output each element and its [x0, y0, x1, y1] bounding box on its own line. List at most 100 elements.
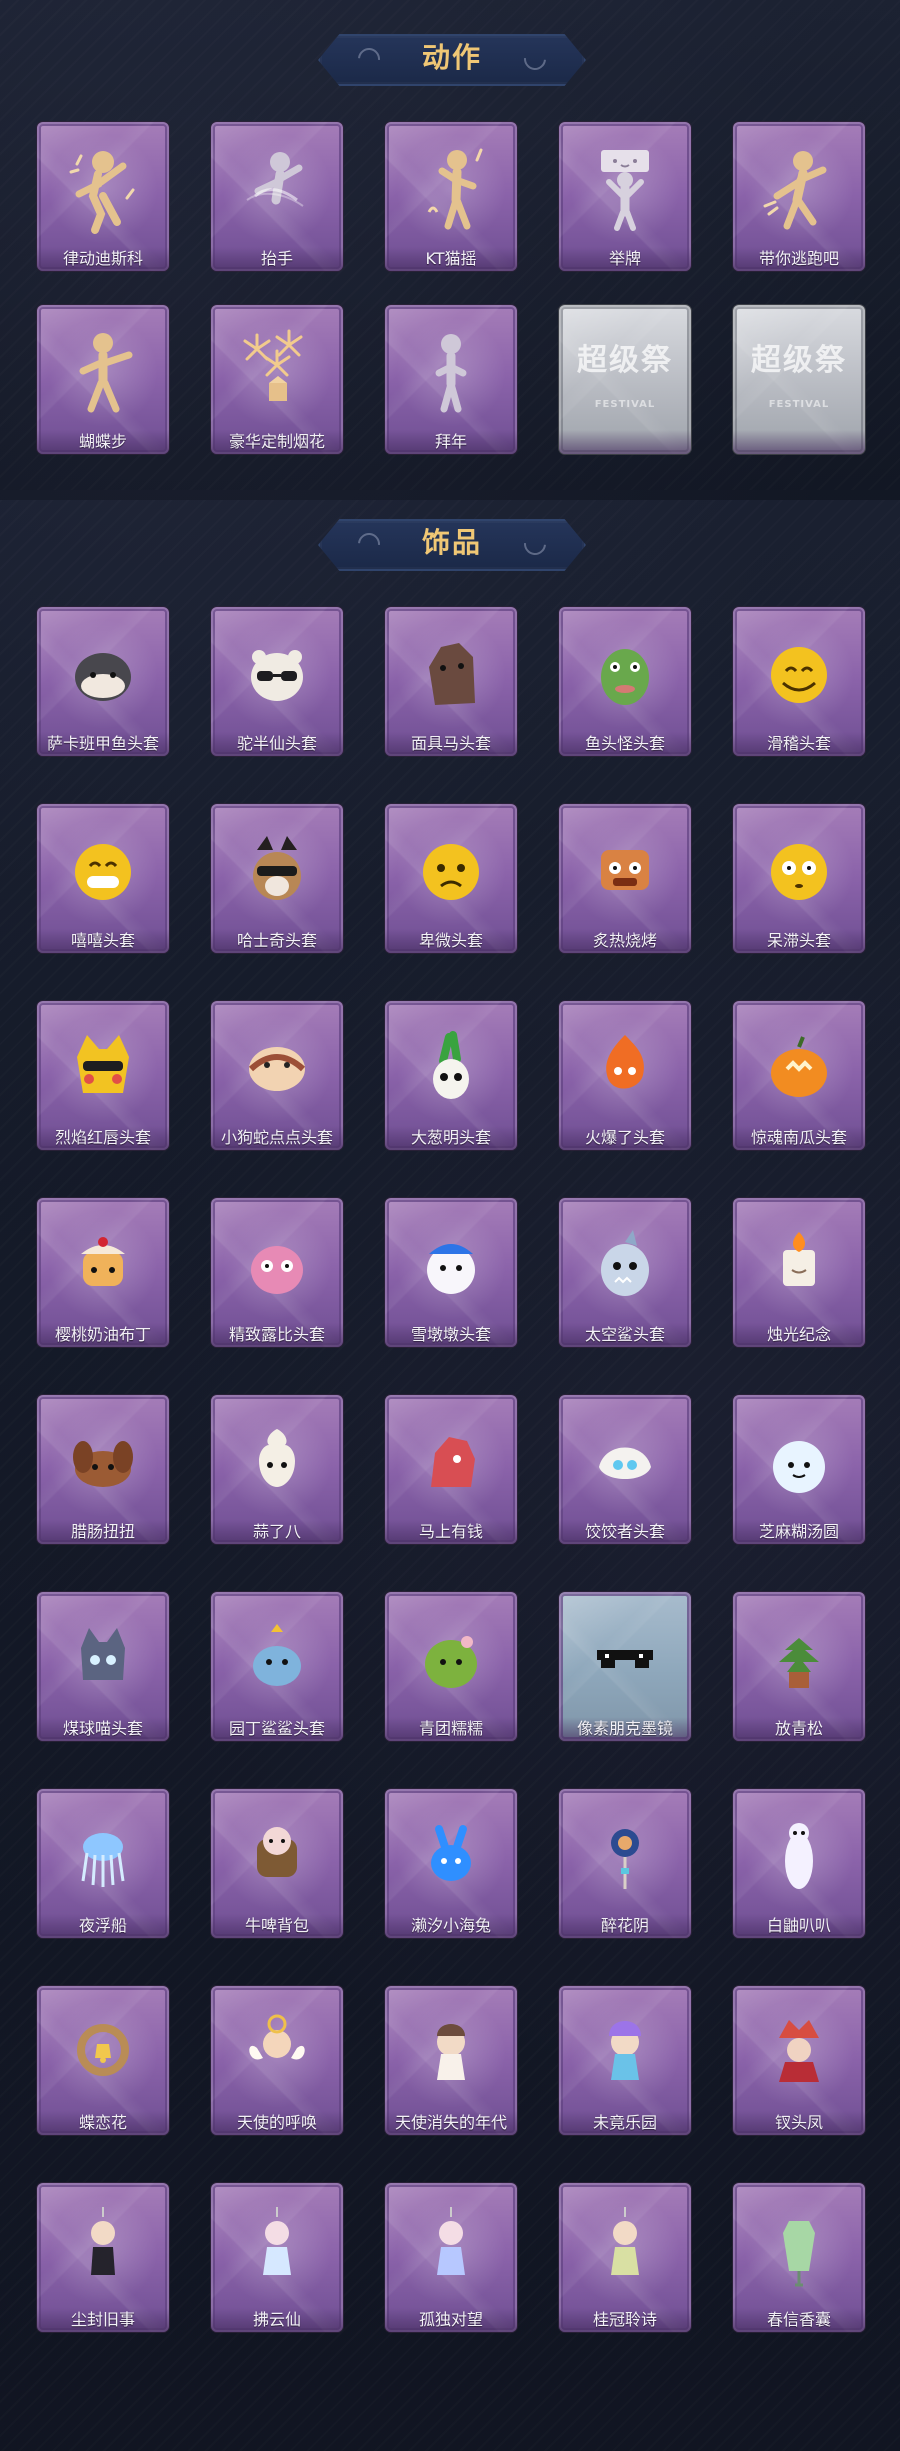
- decor-card[interactable]: 濑汐小海兔: [381, 1785, 521, 1942]
- action-card[interactable]: 拜年: [381, 301, 521, 458]
- decor-card[interactable]: 桂冠聆诗: [555, 2179, 695, 2336]
- poet-charm-icon: [575, 2199, 675, 2299]
- green-bun-icon: [401, 1608, 501, 1708]
- decor-card[interactable]: 钗头凤: [729, 1982, 869, 2139]
- decor-card[interactable]: 天使消失的年代: [381, 1982, 521, 2139]
- decor-card[interactable]: 呆滞头套: [729, 800, 869, 957]
- card-frame: 青团糯糯: [385, 1592, 517, 1741]
- snowman-icon: [401, 1214, 501, 1314]
- decor-card[interactable]: 蒜了八: [207, 1391, 347, 1548]
- action-label: 抬手: [211, 247, 343, 271]
- swirl-right-icon: [519, 43, 551, 75]
- decor-card[interactable]: 放青松: [729, 1588, 869, 1745]
- decor-card[interactable]: 鱼头怪头套: [555, 603, 695, 760]
- decor-card[interactable]: 惊魂南瓜头套: [729, 997, 869, 1154]
- sachet-icon: [749, 2199, 849, 2299]
- decor-card[interactable]: 精致露比头套: [207, 1194, 347, 1351]
- card-frame: 孤独对望: [385, 2183, 517, 2332]
- action-card[interactable]: KT猫摇: [381, 118, 521, 275]
- husky-icon: [227, 820, 327, 920]
- decor-card[interactable]: 大葱明头套: [381, 997, 521, 1154]
- locked-action-card[interactable]: 超级祭 FESTIVAL: [729, 301, 869, 458]
- action-label: 拜年: [385, 430, 517, 454]
- decor-card[interactable]: 炙热烧烤: [555, 800, 695, 957]
- decor-card[interactable]: 烈焰红唇头套: [33, 997, 173, 1154]
- horse-head-icon: [401, 623, 501, 723]
- shark-bee-icon: [227, 1608, 327, 1708]
- decor-card[interactable]: 白鼬叭叭: [729, 1785, 869, 1942]
- decor-card[interactable]: 樱桃奶油布丁: [33, 1194, 173, 1351]
- locked-action-card[interactable]: 超级祭 FESTIVAL: [555, 301, 695, 458]
- pudding-icon: [53, 1214, 153, 1314]
- action-card[interactable]: 抬手: [207, 118, 347, 275]
- bell-wreath-icon: [53, 2002, 153, 2102]
- grin-icon: [53, 820, 153, 920]
- action-card[interactable]: 举牌: [555, 118, 695, 275]
- decor-card[interactable]: 小狗蛇点点头套: [207, 997, 347, 1154]
- action-card[interactable]: 蝴蝶步: [33, 301, 173, 458]
- card-frame: 蒜了八: [211, 1395, 343, 1544]
- candle-icon: [749, 1214, 849, 1314]
- decor-card[interactable]: 嘻嘻头套: [33, 800, 173, 957]
- decor-card[interactable]: 蝶恋花: [33, 1982, 173, 2139]
- dance-pose-icon: [53, 138, 153, 238]
- decor-card[interactable]: 春信香囊: [729, 2179, 869, 2336]
- decor-card[interactable]: 芝麻糊汤圆: [729, 1391, 869, 1548]
- decor-label: 醉花阴: [559, 1914, 691, 1938]
- sign-board-icon: [575, 138, 675, 238]
- decor-card[interactable]: 青团糯糯: [381, 1588, 521, 1745]
- decor-card[interactable]: 马上有钱: [381, 1391, 521, 1548]
- decor-card[interactable]: 烛光纪念: [729, 1194, 869, 1351]
- white-weasel-icon: [749, 1805, 849, 1905]
- action-card[interactable]: 带你逃跑吧: [729, 118, 869, 275]
- swirl-right-icon: [519, 528, 551, 560]
- card-frame: 炙热烧烤: [559, 804, 691, 953]
- decor-card[interactable]: 滑稽头套: [729, 603, 869, 760]
- decor-card[interactable]: 饺饺者头套: [555, 1391, 695, 1548]
- action-label: [733, 430, 865, 454]
- decor-card[interactable]: 哈士奇头套: [207, 800, 347, 957]
- dumpling-icon: [575, 1411, 675, 1511]
- decor-label: 火爆了头套: [559, 1126, 691, 1150]
- decor-card[interactable]: 火爆了头套: [555, 997, 695, 1154]
- decor-label: 哈士奇头套: [211, 929, 343, 953]
- action-label: KT猫摇: [385, 247, 517, 271]
- decor-card[interactable]: 园丁鲨鲨头套: [207, 1588, 347, 1745]
- decor-card[interactable]: 醉花阴: [555, 1785, 695, 1942]
- decor-label: 烈焰红唇头套: [37, 1126, 169, 1150]
- flower-charm-icon: [575, 1805, 675, 1905]
- decor-card[interactable]: 雪墩墩头套: [381, 1194, 521, 1351]
- card-frame: 萨卡班甲鱼头套: [37, 607, 169, 756]
- decor-card[interactable]: 夜浮船: [33, 1785, 173, 1942]
- decor-card[interactable]: 腊肠扭扭: [33, 1391, 173, 1548]
- cat-dance-icon: [401, 138, 501, 238]
- actions-grid: 律动迪斯科 抬手 KT猫摇 举牌 带你逃跑吧 蝴蝶步 豪华定制烟花 拜年 超级祭…: [33, 118, 867, 458]
- decor-label: 蒜了八: [211, 1520, 343, 1544]
- decor-label: 春信香囊: [733, 2308, 865, 2332]
- decor-card[interactable]: 驼半仙头套: [207, 603, 347, 760]
- decor-card[interactable]: 卑微头套: [381, 800, 521, 957]
- decor-card[interactable]: 煤球喵头套: [33, 1588, 173, 1745]
- decor-label: 孤独对望: [385, 2308, 517, 2332]
- decor-card[interactable]: 拂云仙: [207, 2179, 347, 2336]
- decor-label: 饺饺者头套: [559, 1520, 691, 1544]
- decor-card[interactable]: 像素朋克墨镜: [555, 1588, 695, 1745]
- decor-card[interactable]: 牛啤背包: [207, 1785, 347, 1942]
- decor-label: 太空鲨头套: [559, 1323, 691, 1347]
- decor-card[interactable]: 未竟乐园: [555, 1982, 695, 2139]
- decor-card[interactable]: 孤独对望: [381, 2179, 521, 2336]
- decor-label: 惊魂南瓜头套: [733, 1126, 865, 1150]
- decor-card[interactable]: 面具马头套: [381, 603, 521, 760]
- decor-label: 蝶恋花: [37, 2111, 169, 2135]
- action-label: 蝴蝶步: [37, 430, 169, 454]
- greeting-pose-icon: [401, 321, 501, 421]
- decor-card[interactable]: 萨卡班甲鱼头套: [33, 603, 173, 760]
- decor-label: 青团糯糯: [385, 1717, 517, 1741]
- card-frame: 腊肠扭扭: [37, 1395, 169, 1544]
- decor-card[interactable]: 天使的呼唤: [207, 1982, 347, 2139]
- decor-card[interactable]: 太空鲨头套: [555, 1194, 695, 1351]
- decor-card[interactable]: 尘封旧事: [33, 2179, 173, 2336]
- decor-label: 放青松: [733, 1717, 865, 1741]
- action-card[interactable]: 律动迪斯科: [33, 118, 173, 275]
- action-card[interactable]: 豪华定制烟花: [207, 301, 347, 458]
